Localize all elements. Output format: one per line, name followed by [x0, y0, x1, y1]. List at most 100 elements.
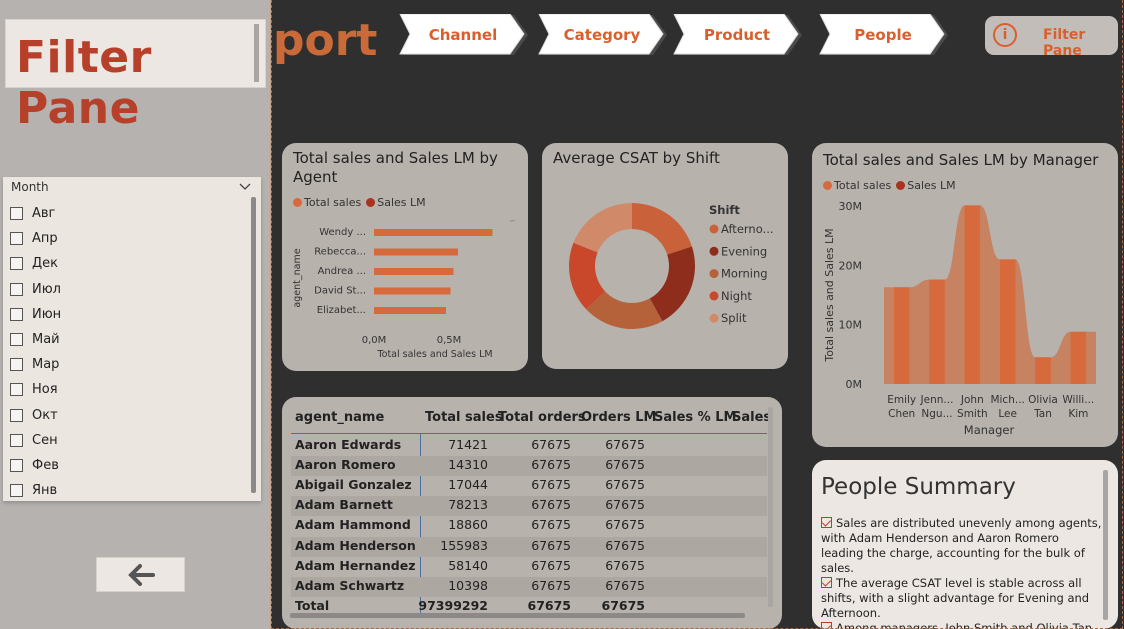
chevron-down-icon[interactable] — [239, 180, 251, 192]
slicer-item[interactable]: Апр — [10, 226, 61, 251]
column-header[interactable]: Total orders — [498, 410, 586, 425]
nav-product-button[interactable]: Product — [670, 14, 804, 56]
bar[interactable] — [929, 279, 945, 384]
checkbox[interactable] — [10, 358, 23, 372]
bar[interactable] — [999, 259, 1016, 384]
total-cell: 97399292 — [418, 597, 488, 613]
bar[interactable] — [374, 248, 458, 256]
total-cell: Total — [295, 597, 330, 613]
nav-category-button[interactable]: Category — [535, 14, 669, 56]
category-label: Emily — [887, 394, 916, 406]
report-title-partial: port — [273, 15, 378, 66]
slicer-item[interactable]: Сен — [10, 428, 61, 453]
category-label: David St... — [314, 286, 366, 297]
table-cell: 67675 — [605, 557, 645, 573]
slicer-item[interactable]: Мар — [10, 352, 61, 377]
slicer-item-label: Июл — [32, 281, 61, 297]
bar[interactable] — [964, 205, 981, 384]
title-scrollbar[interactable] — [254, 24, 259, 82]
manager-sales-chart[interactable]: Total sales and Sales LM by Manager Tota… — [812, 143, 1118, 447]
checkbox[interactable] — [10, 408, 23, 422]
legend-dot — [709, 313, 719, 323]
agent-sales-chart[interactable]: Total sales and Sales LM by Agent Total … — [282, 143, 528, 371]
table-cell: 78213 — [448, 497, 488, 513]
table-cell: 67675 — [605, 477, 645, 493]
info-icon: i — [993, 23, 1017, 47]
legend-item: Morning — [721, 267, 768, 281]
tick-label: 10M — [839, 319, 863, 332]
legend-item: Afterno... — [721, 222, 774, 236]
column-header[interactable]: Sales — [732, 410, 771, 425]
slicer-label: Month — [11, 180, 49, 194]
slicer-item[interactable]: Дек — [10, 251, 61, 276]
nav-people-button[interactable]: People — [816, 14, 950, 56]
bar[interactable] — [374, 268, 454, 275]
area-chart-plot: 0M 10M 20M 30M Emily Chen Jenn... Ngu... John Smi… — [823, 200, 1096, 437]
agent-table[interactable]: agent_name Total sales Total orders Orders … — [282, 397, 782, 629]
filter-pane-button-label: Filter Pane — [1043, 27, 1086, 59]
filter-pane: Filter Pane Month Авг Апр Дек Июл Июн Май Мар Н… — [0, 0, 271, 629]
slicer-item[interactable]: Июл — [10, 277, 61, 302]
checkbox[interactable] — [10, 458, 23, 472]
slicer-item[interactable]: Май — [10, 327, 61, 352]
category-label: Smith — [957, 408, 988, 420]
category-label: Wendy ... — [319, 227, 366, 238]
bar[interactable] — [893, 287, 910, 384]
slicer-item[interactable]: Июн — [10, 302, 61, 327]
summary-point: Sales are distributed unevenly among age… — [821, 516, 1103, 576]
checkbox[interactable] — [10, 333, 23, 347]
category-label: Jenn... — [920, 394, 954, 406]
back-button[interactable] — [96, 557, 185, 592]
column-header[interactable]: Orders LM — [581, 410, 656, 425]
x-axis-label: Total sales and Sales LM — [376, 349, 492, 360]
checkbox[interactable] — [10, 307, 23, 321]
summary-scrollbar[interactable] — [1103, 470, 1108, 620]
table-h-scrollbar[interactable] — [290, 613, 745, 618]
checkbox[interactable] — [10, 232, 23, 246]
slicer-item-label: Ноя — [32, 382, 58, 398]
donut-slice[interactable] — [632, 203, 692, 255]
slicer-item[interactable]: Авг — [10, 201, 61, 226]
column-header[interactable]: Total sales — [425, 410, 503, 425]
slicer-item[interactable]: Окт — [10, 403, 61, 428]
slicer-item[interactable]: Янв — [10, 478, 61, 503]
table-cell: 67675 — [605, 577, 645, 593]
checkbox[interactable] — [10, 257, 23, 271]
table-cell: 67675 — [531, 457, 571, 473]
slicer-item-label: Мар — [32, 357, 60, 373]
bar[interactable] — [1035, 357, 1051, 384]
slicer-item-label: Май — [32, 332, 60, 348]
checkbox[interactable] — [10, 383, 23, 397]
category-label: Kim — [1068, 408, 1088, 420]
y-axis-label: agent_name — [292, 248, 303, 307]
summary-point: The average CSAT level is stable across … — [821, 576, 1103, 621]
area-fill — [884, 205, 1096, 384]
filter-pane-button[interactable]: i Filter Pane — [985, 16, 1118, 59]
table-cell: 18860 — [448, 517, 488, 533]
donut-slice[interactable] — [573, 203, 632, 253]
column-header[interactable]: Sales % LM — [654, 410, 736, 425]
nav-channel-button[interactable]: Channel — [396, 14, 530, 56]
slicer-item[interactable]: Фев — [10, 453, 61, 478]
checkbox[interactable] — [10, 484, 23, 498]
slicer-scrollbar[interactable] — [251, 197, 256, 493]
checkbox[interactable] — [10, 433, 23, 447]
table-cell: 67675 — [531, 577, 571, 593]
bar[interactable] — [374, 229, 493, 236]
donut-slice[interactable] — [649, 246, 695, 322]
csat-shift-chart[interactable]: Average CSAT by Shift Shift Afterno... Eve… — [542, 143, 788, 369]
checkbox[interactable] — [10, 282, 23, 296]
column-header[interactable]: agent_name — [295, 410, 384, 425]
arrow-left-icon — [127, 563, 155, 586]
bar[interactable] — [374, 287, 451, 295]
checkbox[interactable] — [10, 207, 23, 221]
category-label: John — [960, 394, 984, 406]
scroll-indicator[interactable] — [510, 220, 515, 222]
y-axis-label: Total sales and Sales LM — [823, 228, 836, 362]
bar[interactable] — [1070, 331, 1087, 384]
table-v-scrollbar[interactable] — [768, 407, 773, 607]
slicer-item-label: Окт — [32, 407, 58, 423]
people-summary-card: People Summary Sales are distributed une… — [812, 460, 1118, 629]
slicer-item[interactable]: Ноя — [10, 377, 61, 402]
bar[interactable] — [374, 307, 446, 314]
